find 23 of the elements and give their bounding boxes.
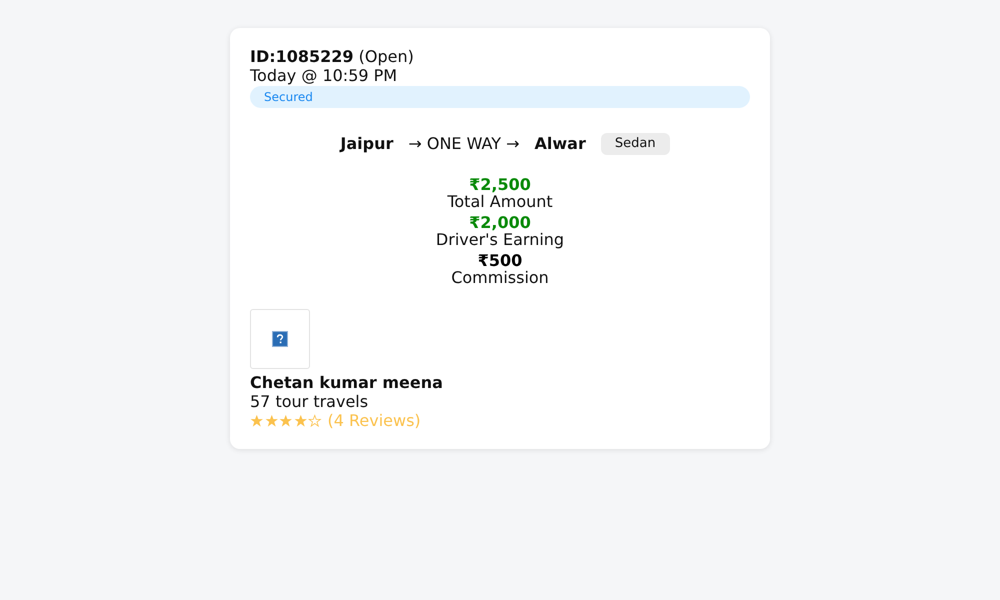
empty-star-icon <box>308 414 322 428</box>
secured-badge: Secured <box>250 86 750 108</box>
driver-name: Chetan kumar meena <box>250 373 443 392</box>
star-icon <box>264 414 278 428</box>
origin-city: Jaipur <box>340 133 394 155</box>
destination-city: Alwar <box>534 133 586 155</box>
vehicle-badge: Sedan <box>600 133 670 155</box>
booking-id: ID:1085229 <box>250 47 354 66</box>
amount-label: Driver's Earning <box>436 231 564 248</box>
company-name: 57 tour travels <box>250 392 368 411</box>
broken-image-icon <box>272 331 288 347</box>
amount-value: ₹500 <box>478 252 522 269</box>
star-icon <box>279 414 292 428</box>
amount-value: ₹2,000 <box>469 214 531 231</box>
star-icon <box>294 414 307 428</box>
booking-time: Today @ 10:59 PM <box>250 66 398 85</box>
review-count: (4 Reviews) <box>328 411 421 430</box>
booking-status: (Open) <box>358 47 414 66</box>
star-icon <box>250 414 264 428</box>
amount-value: ₹2,500 <box>469 176 531 193</box>
amount-label: Total Amount <box>447 193 553 210</box>
trip-type: → ONE WAY → <box>408 133 520 155</box>
amount-label: Commission <box>451 269 549 286</box>
